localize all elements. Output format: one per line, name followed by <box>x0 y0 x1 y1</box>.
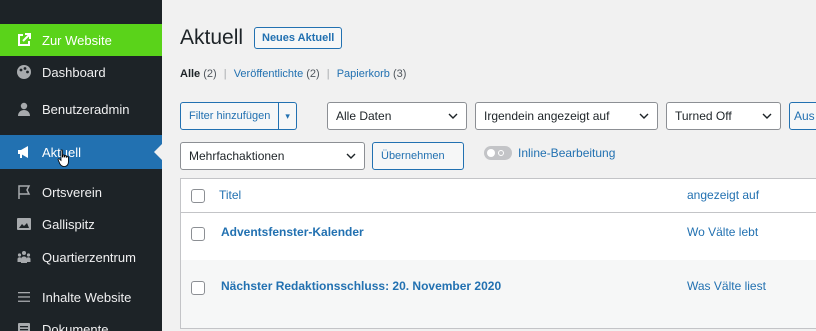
sidebar-item-label: Benutzeradmin <box>42 101 130 117</box>
document-icon <box>14 319 34 331</box>
status-filter-links: Alle (2) | Veröffentlichte (2) | Papierk… <box>180 68 406 80</box>
add-filter-split-button: Filter hinzufügen ▾ <box>180 102 297 130</box>
chevron-down-icon <box>639 113 649 119</box>
palette-icon <box>14 62 34 82</box>
chevron-down-icon <box>762 113 772 119</box>
external-link-icon <box>14 30 34 50</box>
row-checkbox[interactable] <box>191 227 205 241</box>
sidebar-item-label: Gallispitz <box>42 216 95 232</box>
table-row: Adventsfenster-Kalender Wo Välte lebt <box>181 213 816 260</box>
inline-edit-toggle[interactable]: Inline-Bearbeitung <box>484 146 615 160</box>
row-title-link[interactable]: Adventsfenster-Kalender <box>221 225 364 239</box>
new-item-button[interactable]: Neues Aktuell <box>254 27 343 49</box>
filter-all-link[interactable]: Alle (2) <box>180 68 217 80</box>
sidebar-item-aktuell[interactable]: Aktuell <box>0 135 162 169</box>
sidebar-item-inhalte-website[interactable]: Inhalte Website <box>0 282 162 312</box>
date-filter-select[interactable]: Alle Daten <box>327 102 467 130</box>
sidebar-item-zur-website[interactable]: Zur Website <box>0 24 162 56</box>
sidebar-item-dashboard[interactable]: Dashboard <box>0 56 162 88</box>
page-title: Aktuell <box>180 26 244 49</box>
sidebar-item-gallispitz[interactable]: Gallispitz <box>0 210 162 238</box>
sidebar-item-label: Dokumente <box>42 321 109 331</box>
sidebar-item-label: Ortsverein <box>42 184 102 200</box>
filter-published-link[interactable]: Veröffentlichte (2) <box>234 68 320 80</box>
sidebar-item-label: Inhalte Website <box>42 289 132 305</box>
chevron-down-icon <box>346 153 356 159</box>
user-icon <box>14 99 34 119</box>
select-all-checkbox[interactable] <box>191 189 205 203</box>
hand-pointer-icon <box>57 149 69 167</box>
add-filter-dropdown-toggle[interactable]: ▾ <box>279 102 297 130</box>
sidebar-item-label: Zur Website <box>42 32 112 48</box>
sidebar-item-quartierzentrum[interactable]: Quartierzentrum <box>0 242 162 272</box>
sidebar-item-label: Dashboard <box>42 64 106 80</box>
row-shown-on-link[interactable]: Was Välte liest <box>687 279 766 293</box>
sidebar-item-ortsverein[interactable]: Ortsverein <box>0 178 162 206</box>
turned-off-filter-select[interactable]: Turned Off <box>666 102 781 130</box>
bulk-actions-select[interactable]: Mehrfachaktionen <box>180 142 365 170</box>
row-shown-on-link[interactable]: Wo Välte lebt <box>687 225 758 239</box>
table-row: Nächster Redaktionsschluss: 20. November… <box>181 260 816 328</box>
list-icon <box>14 287 34 307</box>
separator: | <box>326 68 330 80</box>
image-icon <box>14 214 34 234</box>
shown-on-filter-select[interactable]: Irgendein angezeigt auf <box>475 102 658 130</box>
sidebar-item-benutzeradmin[interactable]: Benutzeradmin <box>0 92 162 126</box>
chevron-down-icon <box>448 113 458 119</box>
filter-trash-link[interactable]: Papierkorb (3) <box>337 68 407 80</box>
megaphone-icon <box>14 142 34 162</box>
table-header: Titel angezeigt auf <box>181 179 816 213</box>
toggle-switch-icon <box>484 146 512 160</box>
sidebar-item-dokumente[interactable]: Dokumente <box>0 314 162 331</box>
separator: | <box>223 68 227 80</box>
column-title-header[interactable]: Titel <box>219 188 241 202</box>
posts-table: Titel angezeigt auf Adventsfenster-Kalen… <box>180 178 816 329</box>
flag-icon <box>14 182 34 202</box>
row-checkbox[interactable] <box>191 281 205 295</box>
column-shown-on-header[interactable]: angezeigt auf <box>687 188 759 202</box>
sidebar-item-label: Quartierzentrum <box>42 249 136 265</box>
groups-icon <box>14 247 34 267</box>
add-filter-button[interactable]: Filter hinzufügen <box>180 102 280 130</box>
inline-edit-label: Inline-Bearbeitung <box>518 146 616 160</box>
admin-sidebar: Zur Website Dashboard Benutzeradmin Aktu… <box>0 0 162 331</box>
more-filter-button[interactable]: Aus <box>789 102 816 130</box>
row-title-link[interactable]: Nächster Redaktionsschluss: 20. November… <box>221 279 501 293</box>
apply-button[interactable]: Übernehmen <box>372 142 464 170</box>
main-content: Aktuell Neues Aktuell Alle (2) | Veröffe… <box>162 0 816 331</box>
